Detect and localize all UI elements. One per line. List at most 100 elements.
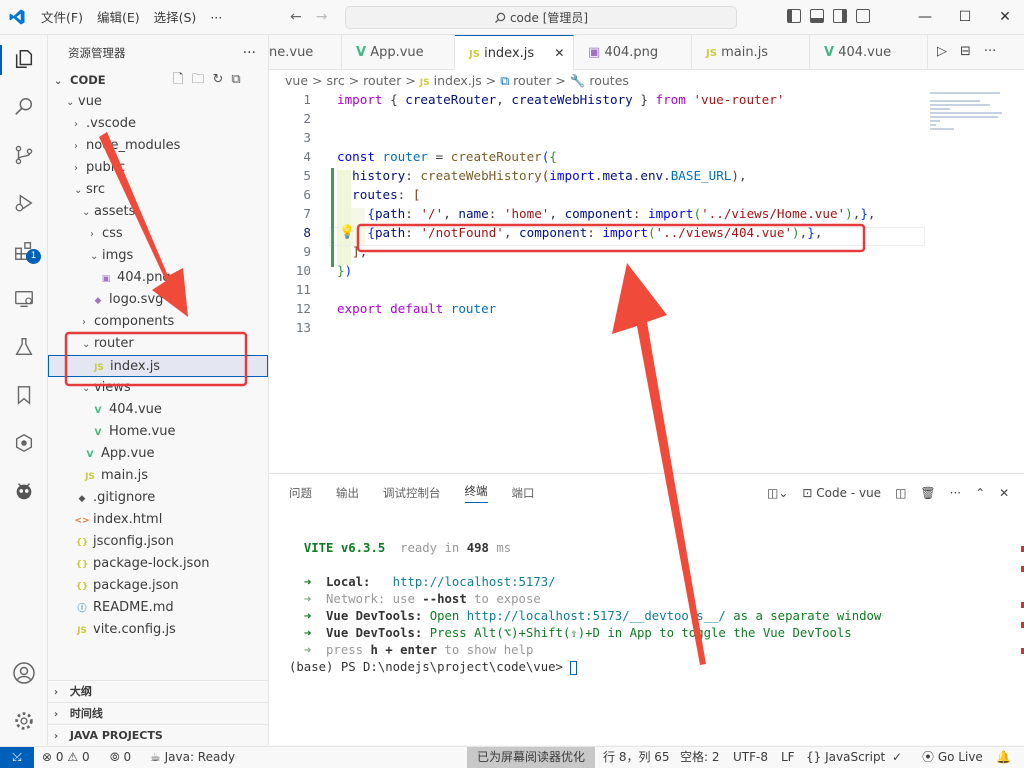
maximize-button[interactable]: ☐: [945, 0, 985, 35]
editor-more-button[interactable]: ···: [984, 44, 996, 59]
folder-public[interactable]: › public: [48, 157, 268, 179]
customize-layout-icon[interactable]: [856, 9, 870, 23]
testing-flask-icon[interactable]: [12, 335, 36, 359]
minimize-button[interactable]: —: [905, 0, 945, 35]
file-main-js[interactable]: JS main.js: [48, 465, 268, 487]
explorer-toolbar[interactable]: 🗋🗀↻⧉: [173, 69, 249, 91]
menu-edit[interactable]: 编辑(E): [90, 0, 147, 35]
folder-assets[interactable]: ⌄ assets: [48, 201, 268, 223]
java-status[interactable]: ☕ Java: Ready: [150, 747, 235, 768]
language-mode[interactable]: {} JavaScript: [806, 747, 885, 768]
notifications-bell-icon[interactable]: 🔔: [996, 747, 1011, 768]
file-app-vue[interactable]: V App.vue: [48, 443, 268, 465]
timeline-section[interactable]: › 时间线: [48, 702, 268, 724]
folder-imgs[interactable]: ⌄ imgs: [48, 245, 268, 267]
trash-icon[interactable]: 🗑: [920, 486, 935, 500]
file-404-png[interactable]: ▣ 404.png: [48, 267, 268, 289]
tab-terminal[interactable]: 终端: [464, 483, 488, 503]
remote-explorer-icon[interactable]: [12, 287, 36, 311]
java-projects-section[interactable]: › JAVA PROJECTS: [48, 724, 268, 746]
tab-404-png[interactable]: ▣ 404.png: [574, 35, 692, 70]
close-window-button[interactable]: ✕: [985, 0, 1024, 35]
indentation-status[interactable]: 空格: 2: [680, 747, 720, 768]
devtools-url[interactable]: http://localhost:5173/__devtools__/: [467, 609, 726, 623]
back-button[interactable]: ←: [290, 9, 302, 25]
tab-main-js[interactable]: JS main.js: [692, 35, 810, 70]
robot-icon[interactable]: [12, 479, 36, 503]
file-jsconfig-json[interactable]: {} jsconfig.json: [48, 531, 268, 553]
screen-reader-status[interactable]: 已为屏幕阅读器优化: [467, 747, 596, 768]
encoding-status[interactable]: UTF-8: [733, 747, 768, 768]
minimap[interactable]: [930, 92, 1010, 132]
close-panel-icon[interactable]: ✕: [999, 486, 1009, 500]
remote-indicator-icon[interactable]: ⤩: [0, 747, 34, 768]
folder-src[interactable]: ⌄ src: [48, 179, 268, 201]
file-logo-svg[interactable]: ◆ logo.svg: [48, 289, 268, 311]
file-index-html[interactable]: <> index.html: [48, 509, 268, 531]
close-tab-icon[interactable]: ✕: [554, 46, 564, 60]
command-center-search[interactable]: code [管理员]: [345, 6, 737, 29]
extensions-icon[interactable]: 1: [12, 239, 41, 264]
go-live-button[interactable]: ⦿ Go Live: [922, 747, 983, 768]
breadcrumb-src[interactable]: src: [326, 73, 344, 88]
panel-more-button[interactable]: ···: [950, 486, 961, 500]
tab-problems[interactable]: 问题: [289, 485, 312, 501]
folder-components[interactable]: › components: [48, 311, 268, 333]
explorer-icon[interactable]: [12, 47, 36, 71]
toggle-panel-icon[interactable]: [810, 9, 824, 23]
outline-section[interactable]: › 大纲: [48, 680, 268, 702]
folder-router[interactable]: ⌄ router: [48, 333, 268, 355]
folder-node-modules[interactable]: › node_modules: [48, 135, 268, 157]
file--gitignore[interactable]: ◆ .gitignore: [48, 487, 268, 509]
split-editor-button[interactable]: ⊟: [960, 44, 971, 59]
tab-debug-console[interactable]: 调试控制台: [383, 485, 441, 501]
tab-index-js[interactable]: JS index.js ✕: [455, 35, 574, 70]
account-icon[interactable]: [12, 661, 36, 685]
forward-button[interactable]: →: [316, 9, 328, 25]
file-vite-config-js[interactable]: JS vite.config.js: [48, 619, 268, 641]
tab-404-vue[interactable]: V 404.vue: [810, 35, 928, 70]
file-readme-md[interactable]: ⓘ README.md: [48, 597, 268, 619]
breadcrumb-index-js[interactable]: index.js: [434, 73, 482, 88]
cursor-position[interactable]: 行 8，列 65: [603, 747, 670, 768]
toggle-sidebar-icon[interactable]: [787, 9, 801, 23]
file-package-json[interactable]: {} package.json: [48, 575, 268, 597]
file-package-lock-json[interactable]: {} package-lock.json: [48, 553, 268, 575]
split-panel-icon[interactable]: ◫: [895, 486, 906, 500]
tab-ports[interactable]: 端口: [512, 485, 535, 501]
breadcrumb-router[interactable]: router: [363, 73, 401, 88]
terminal-instance[interactable]: ⊡ Code - vue: [802, 486, 881, 500]
source-control-icon[interactable]: [12, 143, 36, 167]
menu-more[interactable]: ···: [203, 0, 229, 35]
folder--vscode[interactable]: › .vscode: [48, 113, 268, 135]
local-url[interactable]: http://localhost:5173/: [393, 575, 556, 589]
code-editor[interactable]: 1 2 3 4 5 6 7 8 9 10 11 12 13 import { createRouter,…: [269, 92, 1024, 472]
file-404-vue[interactable]: V 404.vue: [48, 399, 268, 421]
folder-css[interactable]: › css: [48, 223, 268, 245]
breadcrumb-vue[interactable]: vue: [285, 73, 308, 88]
explorer-more-button[interactable]: ···: [243, 45, 256, 61]
tab-output[interactable]: 输出: [336, 485, 359, 501]
toggle-secondary-sidebar-icon[interactable]: [833, 9, 847, 23]
search-icon[interactable]: [12, 95, 36, 119]
problems-status[interactable]: ⊗ 0 ⚠ 0: [42, 747, 90, 768]
folder-views[interactable]: ⌄ views: [48, 377, 268, 399]
workspace-root[interactable]: ⌄ CODE 🗋🗀↻⧉: [48, 69, 268, 91]
breadcrumb-router-symbol[interactable]: ⧉ router: [500, 73, 551, 88]
gitlens-icon[interactable]: [12, 431, 36, 455]
lightbulb-icon[interactable]: 💡: [339, 225, 355, 240]
breadcrumb-routes[interactable]: 🔧 routes: [570, 73, 629, 88]
run-button[interactable]: ▷: [937, 44, 947, 59]
menu-selection[interactable]: 选择(S): [147, 0, 204, 35]
ports-status[interactable]: ⦾ 0: [110, 747, 131, 768]
maximize-panel-icon[interactable]: ⌃: [975, 486, 985, 500]
run-debug-icon[interactable]: [12, 191, 36, 215]
menu-file[interactable]: 文件(F): [34, 0, 90, 35]
prettier-icon[interactable]: ✓: [892, 747, 902, 768]
eol-status[interactable]: LF: [781, 747, 795, 768]
tab-home-vue[interactable]: ne.vue: [269, 35, 342, 70]
file-home-vue[interactable]: V Home.vue: [48, 421, 268, 443]
settings-gear-icon[interactable]: [12, 709, 36, 733]
file-index-js[interactable]: JS index.js: [48, 355, 268, 377]
folder-vue[interactable]: ⌄ vue: [48, 91, 268, 113]
